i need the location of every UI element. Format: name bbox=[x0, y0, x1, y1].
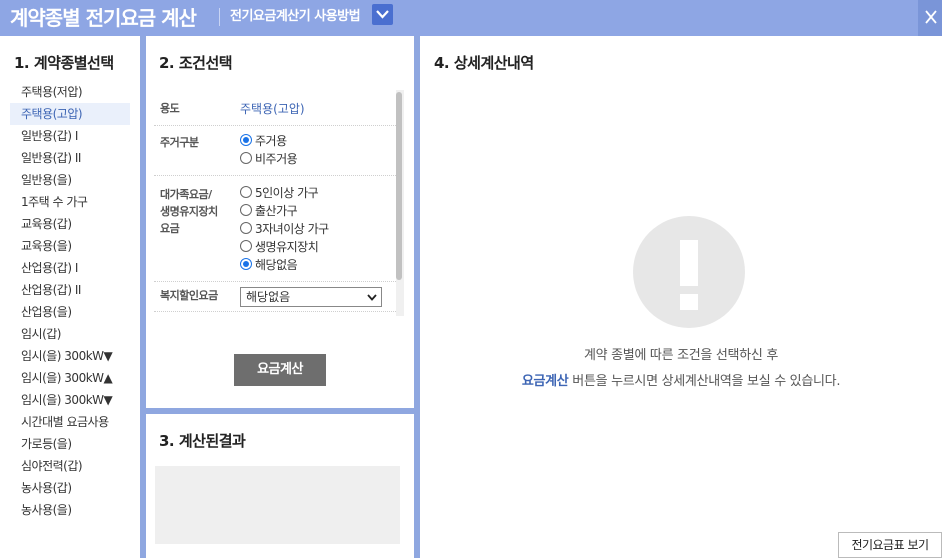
close-icon bbox=[925, 10, 937, 24]
contract-type-panel: 1. 계약종별선택 주택용(저압) 주택용(고압) 일반용(갑) I 일반용(갑) I… bbox=[0, 36, 140, 558]
family-option-label: 생명유지장치 bbox=[255, 240, 319, 254]
welfare-select-value: 해당없음 bbox=[246, 290, 291, 304]
family-label-line2: 생명유지장치 bbox=[160, 205, 218, 218]
contract-item[interactable]: 임시(을) 300kW▼ bbox=[10, 345, 130, 367]
rate-table-button[interactable]: 전기요금표 보기 bbox=[838, 532, 942, 558]
radio-button[interactable] bbox=[240, 186, 252, 198]
residence-option-label: 주거용 bbox=[255, 134, 287, 148]
detail-panel-title: 4. 상세계산내역 bbox=[434, 54, 534, 72]
result-panel-title: 3. 계산된결과 bbox=[159, 432, 246, 450]
family-option[interactable]: 생명유지장치 bbox=[240, 238, 319, 256]
family-option-label: 출산가구 bbox=[255, 204, 298, 218]
welfare-label: 복지할인요금 bbox=[160, 289, 218, 302]
detail-message-highlight: 요금계산 bbox=[521, 374, 569, 389]
family-label-line3: 요금 bbox=[160, 222, 180, 235]
radio-button[interactable] bbox=[240, 258, 252, 270]
contract-item[interactable]: 교육용(갑) bbox=[10, 213, 130, 235]
family-label: 대가족요금/ 생명유지장치 요금 bbox=[160, 186, 218, 237]
help-link[interactable]: 전기요금계산기 사용방법 bbox=[230, 5, 361, 24]
detail-panel: 4. 상세계산내역 계약 종별에 따른 조건을 선택하신 후 요금계산 버튼을 … bbox=[420, 36, 942, 558]
welfare-select[interactable]: 해당없음 bbox=[240, 287, 382, 307]
contract-item[interactable]: 심야전력(갑) bbox=[10, 455, 130, 477]
detail-message-line1: 계약 종별에 따른 조건을 선택하신 후 bbox=[583, 348, 779, 363]
contract-item[interactable]: 임시(을) 300kW▼ bbox=[10, 389, 130, 411]
contract-item[interactable]: 농사용(을) bbox=[10, 499, 130, 521]
radio-button[interactable] bbox=[240, 222, 252, 234]
exclamation-icon bbox=[633, 216, 745, 328]
radio-button[interactable] bbox=[240, 240, 252, 252]
app-title: 계약종별 전기요금 계산 bbox=[10, 6, 197, 30]
usage-label: 용도 bbox=[160, 102, 180, 115]
residence-option[interactable]: 주거용 bbox=[240, 132, 287, 150]
calculate-button[interactable]: 요금계산 bbox=[234, 354, 326, 386]
radio-button[interactable] bbox=[240, 204, 252, 216]
residence-option[interactable]: 비주거용 bbox=[240, 150, 298, 168]
chevron-down-icon bbox=[367, 294, 377, 301]
contract-item[interactable]: 일반용(갑) II bbox=[10, 147, 130, 169]
header-divider bbox=[219, 8, 220, 26]
family-option-label: 해당없음 bbox=[255, 258, 298, 272]
family-option[interactable]: 출산가구 bbox=[240, 202, 298, 220]
detail-message-line2: 요금계산 버튼을 누르시면 상세계산내역을 보실 수 있습니다. bbox=[420, 370, 942, 389]
radio-button[interactable] bbox=[240, 134, 252, 146]
usage-row: 용도 주택용(고압) bbox=[154, 90, 398, 126]
conditions-scrollbar-thumb[interactable] bbox=[396, 92, 402, 280]
residence-option-label: 비주거용 bbox=[255, 152, 298, 166]
family-label-line1: 대가족요금/ bbox=[160, 188, 212, 201]
chevron-down-icon bbox=[376, 10, 389, 19]
contract-item[interactable]: 농사용(갑) bbox=[10, 477, 130, 499]
close-button[interactable] bbox=[918, 0, 942, 36]
detail-message-rest: 버튼을 누르시면 상세계산내역을 보실 수 있습니다. bbox=[568, 374, 841, 389]
family-option-label: 5인이상 가구 bbox=[255, 186, 319, 200]
contract-item[interactable]: 산업용(갑) I bbox=[10, 257, 130, 279]
contract-item[interactable]: 주택용(고압) bbox=[10, 103, 130, 125]
contract-item[interactable]: 임시(갑) bbox=[10, 323, 130, 345]
contract-item[interactable]: 일반용(을) bbox=[10, 169, 130, 191]
residence-row: 주거구분 주거용비주거용 bbox=[154, 126, 398, 176]
help-toggle-button[interactable] bbox=[372, 4, 393, 25]
family-option[interactable]: 3자녀이상 가구 bbox=[240, 220, 329, 238]
contract-item[interactable]: 주택용(저압) bbox=[10, 81, 130, 103]
usage-value: 주택용(고압) bbox=[240, 102, 305, 116]
app-header: 계약종별 전기요금 계산 전기요금계산기 사용방법 bbox=[0, 0, 942, 36]
contract-item[interactable]: 일반용(갑) I bbox=[10, 125, 130, 147]
contract-item[interactable]: 가로등(을) bbox=[10, 433, 130, 455]
contract-item[interactable]: 시간대별 요금사용 bbox=[10, 411, 130, 433]
contract-item[interactable]: 산업용(갑) II bbox=[10, 279, 130, 301]
conditions-panel: 2. 조건선택 용도 주택용(고압) 주거구분 주거용비주거용 대가족요금/ 생… bbox=[146, 36, 414, 408]
contract-item[interactable]: 산업용(을) bbox=[10, 301, 130, 323]
welfare-row: 복지할인요금 해당없음 bbox=[154, 282, 398, 312]
contract-item[interactable]: 임시(을) 300kW▲ bbox=[10, 367, 130, 389]
residence-label: 주거구분 bbox=[160, 136, 199, 149]
contract-type-list: 주택용(저압) 주택용(고압) 일반용(갑) I 일반용(갑) II 일반용(을) 1주택… bbox=[10, 81, 130, 521]
conditions-panel-title: 2. 조건선택 bbox=[159, 54, 233, 72]
family-option[interactable]: 5인이상 가구 bbox=[240, 184, 319, 202]
family-row: 대가족요금/ 생명유지장치 요금 5인이상 가구 출산가구 3자녀이상 가구 생명유지… bbox=[154, 176, 398, 282]
date-row: ~ bbox=[154, 312, 398, 316]
contract-item[interactable]: 1주택 수 가구 bbox=[10, 191, 130, 213]
contract-item[interactable]: 교육용(을) bbox=[10, 235, 130, 257]
result-box bbox=[155, 466, 400, 544]
family-option-label: 3자녀이상 가구 bbox=[255, 222, 329, 236]
radio-button[interactable] bbox=[240, 152, 252, 164]
result-panel: 3. 계산된결과 bbox=[146, 414, 414, 558]
family-option[interactable]: 해당없음 bbox=[240, 256, 298, 274]
conditions-scroll-area[interactable]: 용도 주택용(고압) 주거구분 주거용비주거용 대가족요금/ 생명유지장치 요금… bbox=[154, 90, 406, 316]
contract-panel-title: 1. 계약종별선택 bbox=[14, 54, 114, 72]
